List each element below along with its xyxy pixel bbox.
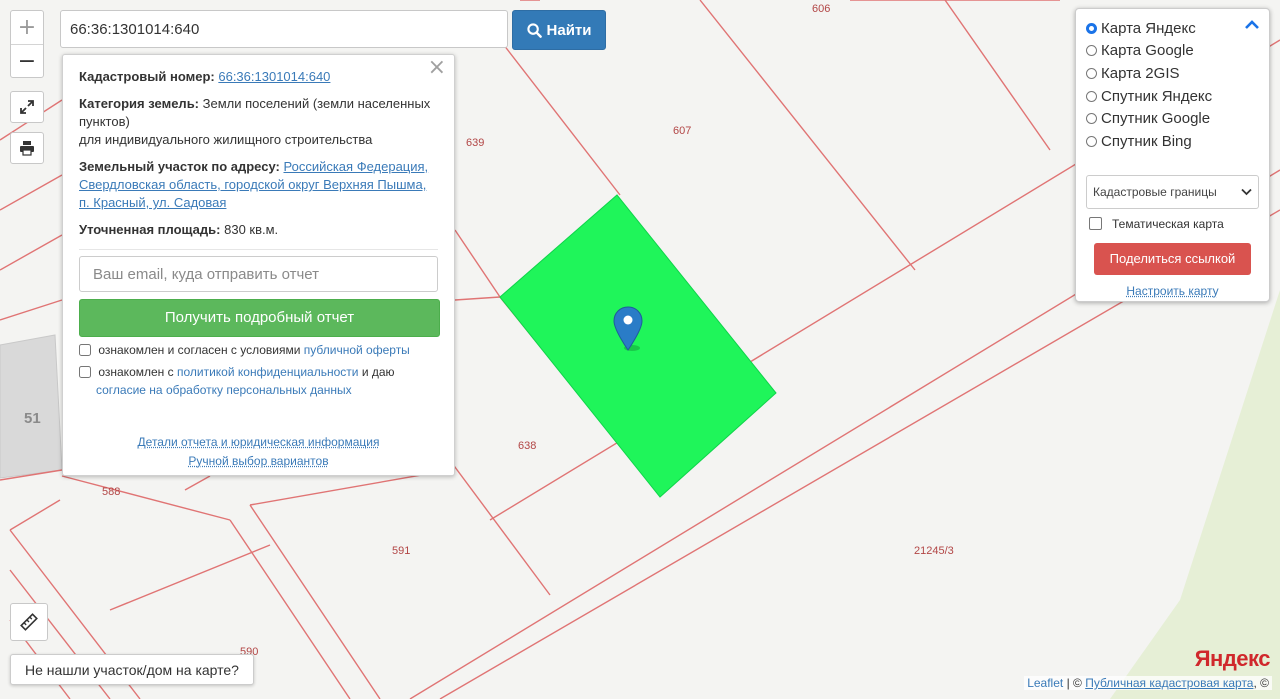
layer-option-label: Спутник Яндекс [1101, 87, 1213, 105]
layer-option-label: Спутник Google [1101, 110, 1211, 128]
parcel-info-popup: × Кадастровый номер: 66:36:1301014:640 К… [62, 54, 455, 476]
layer-radio[interactable] [1086, 90, 1097, 102]
building-shape [0, 334, 63, 479]
agree-privacy-row: ознакомлен с политикой конфиденциальност… [79, 363, 438, 399]
zoom-in-button[interactable]: + [11, 11, 43, 45]
zoom-control: + − [10, 10, 44, 78]
map-label-51: 51 [24, 410, 41, 427]
cadastral-number-label: Кадастровый номер: [79, 69, 215, 84]
expand-icon [20, 100, 34, 114]
cadastral-map-link[interactable]: Публичная кадастровая карта [1085, 676, 1253, 690]
map-label-588: 588 [102, 486, 120, 498]
search-icon [526, 22, 542, 38]
not-found-button[interactable]: Не нашли участок/дом на карте? [10, 654, 254, 685]
cadastral-select-value: Кадастровые границы [1093, 184, 1217, 199]
manual-selection-link[interactable]: Ручной выбор вариантов [188, 454, 328, 468]
agree-offer-text: ознакомлен и согласен с условиями [98, 343, 301, 357]
attribution-separator: | © [1063, 676, 1086, 690]
layer-option-label: Карта Google [1101, 42, 1194, 60]
layer-option[interactable]: Спутник Bing [1086, 130, 1259, 153]
map-label-638: 638 [518, 440, 536, 452]
configure-map-link[interactable]: Настроить карту [1126, 284, 1218, 298]
layer-option-label: Карта Яндекс [1101, 19, 1196, 37]
layer-option-label: Карта 2GIS [1101, 64, 1180, 82]
layer-radio[interactable] [1086, 113, 1097, 125]
cadastral-number-row: Кадастровый номер: 66:36:1301014:640 [79, 68, 438, 86]
cadastral-boundaries-select[interactable]: Кадастровые границы [1086, 174, 1259, 209]
printer-icon [20, 141, 34, 156]
agree-privacy-text: ознакомлен с [98, 365, 174, 379]
layer-option[interactable]: Спутник Яндекс [1086, 85, 1259, 108]
layer-option[interactable]: Карта Яндекс [1086, 17, 1259, 40]
chevron-up-icon[interactable] [1245, 17, 1259, 35]
layer-option[interactable]: Карта 2GIS [1086, 62, 1259, 85]
agree-privacy-mid: и даю [361, 365, 395, 379]
minus-icon: − [17, 49, 37, 74]
layer-radio[interactable] [1086, 22, 1097, 34]
layer-option[interactable]: Карта Google [1086, 40, 1259, 63]
get-report-button[interactable]: Получить подробный отчет [79, 299, 440, 337]
thematic-map-label: Тематическая карта [1112, 216, 1224, 231]
search-button[interactable]: Найти [512, 10, 606, 50]
area-row: Уточненная площадь: 830 кв.м. [79, 221, 438, 239]
public-offer-link[interactable]: публичной оферты [304, 343, 410, 357]
email-input[interactable] [79, 256, 438, 292]
divider [79, 249, 438, 250]
popup-footer: Детали отчета и юридическая информация Р… [79, 433, 438, 471]
share-link-button[interactable]: Поделиться ссылкой [1094, 242, 1251, 275]
configure-map-row: Настроить карту [1086, 284, 1259, 298]
attribution-tail: , © [1253, 676, 1269, 690]
cadastral-search-input[interactable] [60, 10, 508, 48]
agree-offer-checkbox[interactable] [79, 344, 91, 356]
layer-option[interactable]: Спутник Google [1086, 107, 1259, 130]
report-details-link[interactable]: Детали отчета и юридическая информация [138, 435, 380, 449]
share-link-label: Поделиться ссылкой [1109, 251, 1236, 267]
area-label: Уточненная площадь: [79, 222, 221, 237]
address-row: Земельный участок по адресу: Российская … [79, 158, 438, 212]
agree-offer-row: ознакомлен и согласен с условиями публич… [79, 341, 438, 359]
layer-radio[interactable] [1086, 135, 1097, 147]
map-layers-panel: Карта Яндекс Карта Google Карта 2GIS Спутни… [1075, 8, 1270, 302]
leaflet-link[interactable]: Leaflet [1027, 676, 1063, 690]
zoom-out-button[interactable]: − [11, 45, 43, 78]
plus-icon: + [17, 15, 37, 40]
get-report-label: Получить подробный отчет [164, 309, 355, 326]
land-category-use: для индивидуального жилищного строительс… [79, 132, 373, 147]
privacy-policy-link[interactable]: политикой конфиденциальности [177, 365, 358, 379]
land-category-row: Категория земель: Земли поселений (земли… [79, 95, 438, 149]
layer-radio[interactable] [1086, 67, 1097, 79]
layer-list: Карта Яндекс Карта Google Карта 2GIS Спутни… [1086, 17, 1259, 153]
fullscreen-button[interactable] [10, 91, 44, 123]
map-label-639: 639 [466, 137, 484, 149]
land-category-label: Категория земель: [79, 96, 200, 111]
map-label-21245-3: 21245/3 [914, 545, 954, 557]
map-attribution: Leaflet | © Публичная кадастровая карта,… [1024, 676, 1272, 690]
address-label: Земельный участок по адресу: [79, 159, 280, 174]
close-icon[interactable]: × [428, 57, 446, 79]
measure-button[interactable] [10, 603, 48, 641]
search-button-label: Найти [546, 21, 592, 39]
not-found-label: Не нашли участок/дом на карте? [25, 661, 239, 678]
thematic-map-checkbox[interactable] [1089, 217, 1102, 231]
ruler-icon [20, 613, 38, 631]
layer-radio[interactable] [1086, 45, 1097, 57]
print-button[interactable] [10, 132, 44, 164]
cadastral-number-link[interactable]: 66:36:1301014:640 [218, 69, 330, 84]
map-label-607: 607 [673, 125, 691, 137]
area-value: 830 кв.м. [224, 222, 279, 237]
personal-data-consent-link[interactable]: согласие на обработку персональных данны… [96, 383, 352, 397]
layer-option-label: Спутник Bing [1101, 132, 1192, 150]
agree-privacy-checkbox[interactable] [79, 366, 91, 378]
thematic-map-toggle[interactable]: Тематическая карта [1086, 217, 1259, 231]
chevron-down-icon [1241, 188, 1252, 195]
map-label-591: 591 [392, 545, 410, 557]
yandex-logo: Яндекс [1194, 646, 1271, 671]
map-label-606: 606 [812, 3, 830, 15]
